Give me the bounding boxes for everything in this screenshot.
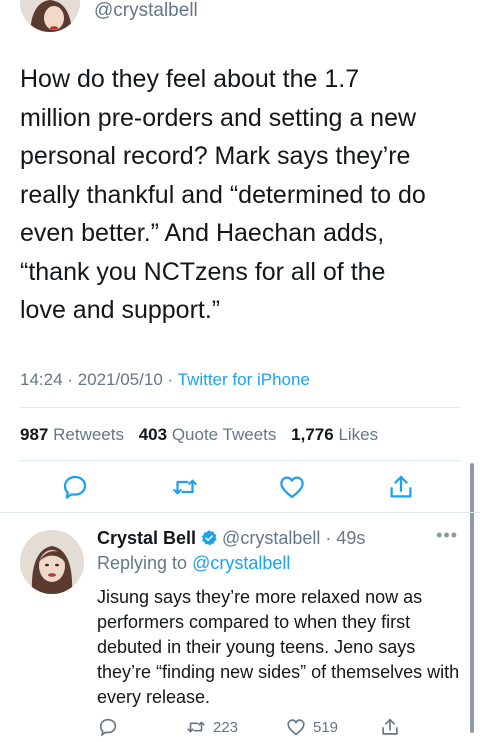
author-avatar[interactable] [20, 0, 80, 32]
like-icon [287, 719, 305, 736]
retweets-label: Retweets [53, 425, 124, 444]
reply-retweet-button[interactable]: 223 [185, 716, 238, 738]
quote-tweets-count: 403 [138, 425, 168, 444]
more-icon[interactable]: ••• [436, 525, 458, 546]
tweet-meta: 14:24 · 2021/05/10 · Twitter for iPhone [20, 370, 310, 390]
reply-like-button[interactable]: 519 [285, 716, 338, 738]
reply-author-name[interactable]: Crystal Bell [97, 528, 196, 548]
reply-icon [99, 718, 117, 737]
scrollbar[interactable] [470, 463, 474, 733]
share-icon [382, 718, 398, 735]
replying-to-label: Replying to [97, 553, 188, 573]
reply-icon[interactable] [60, 472, 90, 502]
tweet-date: 2021/05/10 [77, 370, 163, 389]
reply-reply-button[interactable] [97, 716, 119, 738]
reply-retweet-count: 223 [213, 718, 239, 736]
meta-separator: · [67, 370, 73, 389]
retweet-icon [187, 721, 205, 733]
meta-separator: · [320, 528, 337, 548]
reply-action-bar: 223 519 [97, 716, 467, 742]
divider [0, 512, 480, 513]
divider [20, 460, 460, 461]
likes-stat[interactable]: 1,776 Likes [291, 425, 378, 444]
reply-like-count: 519 [313, 718, 339, 736]
tweet-time: 14:24 [20, 370, 63, 389]
like-icon[interactable] [277, 472, 307, 502]
replying-to-link[interactable]: @crystalbell [192, 553, 290, 573]
retweets-count: 987 [20, 425, 49, 444]
verified-badge-icon [200, 529, 218, 552]
likes-count: 1,776 [291, 425, 334, 444]
tweet-text: How do they feel about the 1.7 million p… [20, 65, 426, 324]
reply-author-handle[interactable]: @crystalbell [222, 528, 320, 548]
tweet-stats: 987 Retweets 403 Quote Tweets 1,776 Like… [20, 425, 378, 445]
reply-tweet-text: Jisung says they’re more relaxed now as … [97, 587, 460, 707]
likes-label: Likes [338, 425, 379, 444]
reply-author-avatar[interactable] [20, 530, 84, 594]
reply-share-button[interactable] [379, 716, 401, 738]
retweet-icon[interactable] [170, 472, 200, 502]
quote-tweets-label: Quote Tweets [171, 425, 277, 444]
reply-header: Crystal Bell @crystalbell · 49s [97, 528, 365, 552]
reply-timestamp[interactable]: 49s [336, 528, 365, 548]
share-icon[interactable] [386, 472, 416, 502]
author-handle[interactable]: @crystalbell [94, 0, 198, 22]
meta-separator: · [167, 370, 174, 389]
quote-tweets-stat[interactable]: 403 Quote Tweets [139, 425, 277, 444]
tweet-source-link[interactable]: Twitter for iPhone [178, 370, 310, 389]
retweets-stat[interactable]: 987 Retweets [20, 425, 124, 444]
replying-to: Replying to @crystalbell [97, 553, 290, 574]
tweet-action-bar [0, 472, 480, 502]
divider [20, 407, 460, 408]
